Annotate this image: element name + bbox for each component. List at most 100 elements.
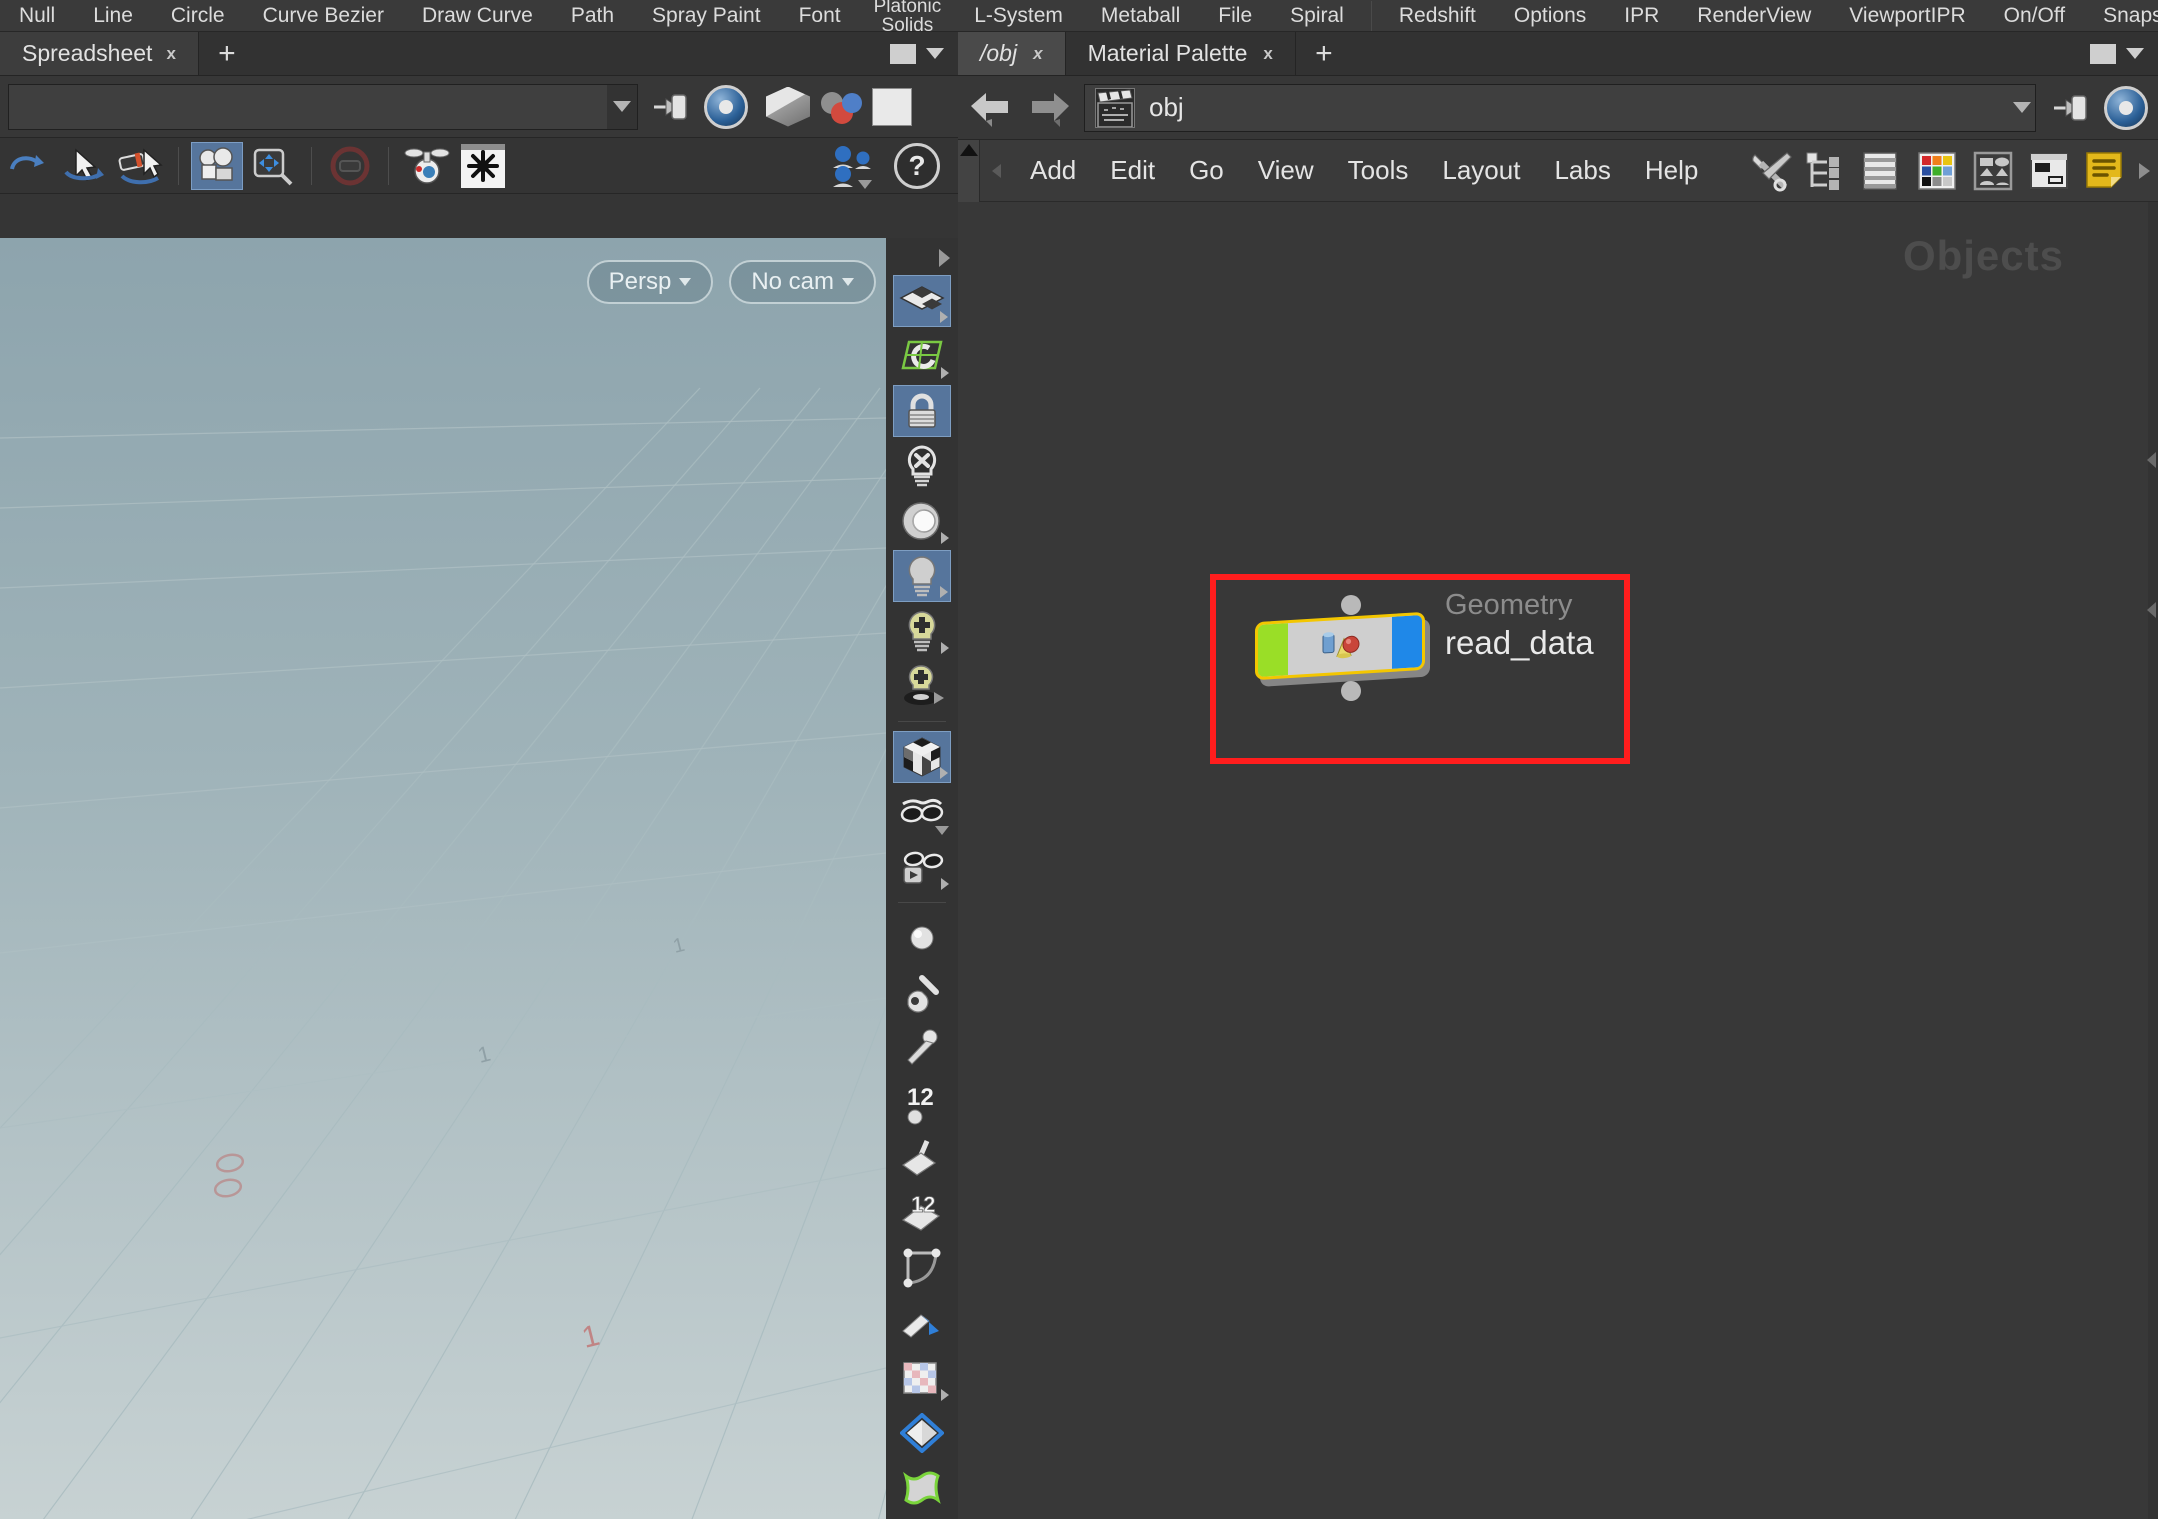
- viewport-3d[interactable]: 1 1 1 Persp No cam: [0, 238, 886, 1519]
- add-tab-button[interactable]: +: [1296, 32, 1352, 75]
- number-12-flat-icon[interactable]: 12: [893, 1187, 951, 1239]
- tab-material-palette[interactable]: Material Palette x: [1066, 32, 1296, 75]
- forward-arrow-icon[interactable]: [1026, 88, 1070, 128]
- pin-icon[interactable]: [2050, 88, 2092, 128]
- menu-layout[interactable]: Layout: [1425, 155, 1537, 186]
- node-output-connector[interactable]: [1341, 681, 1361, 701]
- select-arrow-icon[interactable]: [58, 142, 110, 190]
- node-read-data[interactable]: Geometry read_data: [1255, 589, 1594, 701]
- close-icon[interactable]: x: [1033, 44, 1042, 64]
- light-add-icon[interactable]: [893, 605, 951, 657]
- shelf-item-curve-bezier[interactable]: Curve Bezier: [244, 0, 403, 32]
- menu-labs[interactable]: Labs: [1537, 155, 1627, 186]
- close-icon[interactable]: x: [1263, 44, 1272, 64]
- snap-toggle-icon[interactable]: [893, 330, 951, 382]
- brush-icon[interactable]: [893, 967, 951, 1019]
- target-circle-icon[interactable]: [704, 84, 748, 129]
- shelf-item-line[interactable]: Line: [74, 0, 152, 32]
- menu-tools[interactable]: Tools: [1331, 155, 1426, 186]
- glasses-icon[interactable]: [893, 786, 951, 838]
- node-flag-right[interactable]: [1392, 614, 1422, 669]
- network-path-input[interactable]: obj: [1084, 83, 2036, 132]
- chevron-down-icon[interactable]: [607, 84, 637, 129]
- layers-icon[interactable]: [1859, 149, 1905, 193]
- menu-add[interactable]: Add: [1013, 155, 1093, 186]
- tab-spreadsheet[interactable]: Spreadsheet x: [0, 32, 199, 75]
- display-grid-icon[interactable]: [893, 275, 951, 327]
- shelf-item-spiral[interactable]: Spiral: [1271, 0, 1363, 32]
- help-icon[interactable]: ?: [894, 142, 940, 189]
- shelf-item-options[interactable]: Options: [1495, 0, 1605, 32]
- menu-go[interactable]: Go: [1172, 155, 1241, 186]
- shelf-item-renderview[interactable]: RenderView: [1678, 0, 1830, 32]
- surface-icon[interactable]: [893, 1297, 951, 1349]
- maximize-icon[interactable]: [890, 43, 916, 64]
- shelf-item-viewportipr[interactable]: ViewportIPR: [1830, 0, 1984, 32]
- node-flag-left[interactable]: [1258, 623, 1288, 678]
- lock-icon[interactable]: [893, 385, 951, 437]
- shelf-item-ipr[interactable]: IPR: [1605, 0, 1678, 32]
- shelf-item-redshift[interactable]: Redshift: [1380, 0, 1495, 32]
- menu-edit[interactable]: Edit: [1093, 155, 1172, 186]
- menu-help[interactable]: Help: [1628, 155, 1715, 186]
- diamond-icon[interactable]: [893, 1407, 951, 1459]
- snowflake-icon[interactable]: [457, 142, 509, 190]
- white-square-icon[interactable]: [872, 87, 912, 126]
- chevron-down-icon[interactable]: [926, 48, 944, 59]
- tab-obj[interactable]: /obj x: [958, 32, 1066, 75]
- checker-cube-icon[interactable]: [893, 731, 951, 783]
- undo-icon[interactable]: [2, 142, 54, 190]
- target-circle-icon[interactable]: [2104, 85, 2148, 130]
- layout-panes-icon[interactable]: [2027, 149, 2073, 193]
- camera-icon[interactable]: [191, 141, 243, 190]
- checker-plane-icon[interactable]: [893, 1352, 951, 1404]
- toolbar-overflow-arrow-icon[interactable]: [2139, 162, 2150, 179]
- menu-view[interactable]: View: [1241, 155, 1331, 186]
- shading-sphere-icon[interactable]: [893, 495, 951, 547]
- shelf-item-metaball[interactable]: Metaball: [1082, 0, 1199, 32]
- color-palette-icon[interactable]: [1915, 149, 1961, 193]
- back-arrow-icon[interactable]: [968, 88, 1012, 128]
- spreadsheet-path-input[interactable]: [8, 83, 638, 130]
- pin-point-icon[interactable]: [893, 1022, 951, 1074]
- viewport-persp-dropdown[interactable]: Persp: [586, 260, 714, 304]
- node-input-connector[interactable]: [1341, 595, 1361, 615]
- cube-icon[interactable]: [766, 86, 810, 127]
- shelf-item-null[interactable]: Null: [0, 0, 74, 32]
- paint-icon[interactable]: [893, 1132, 951, 1184]
- vtool-collapse[interactable]: [886, 244, 958, 272]
- wrench-screwdriver-icon[interactable]: [1747, 149, 1793, 193]
- shelf-item-platonic-solids[interactable]: Platonic Solids: [860, 0, 956, 35]
- close-icon[interactable]: x: [166, 44, 175, 64]
- viewport-camera-icon[interactable]: [401, 142, 453, 190]
- shelf-item-path[interactable]: Path: [552, 0, 633, 32]
- curve-handle-icon[interactable]: [893, 1242, 951, 1294]
- pan-zoom-icon[interactable]: [247, 142, 299, 190]
- handle-arrow-icon[interactable]: [114, 142, 166, 190]
- tree-list-icon[interactable]: [1803, 149, 1849, 193]
- shapes-icon[interactable]: [1971, 149, 2017, 193]
- menubar-scroll-up[interactable]: [958, 139, 980, 202]
- light-place-icon[interactable]: [893, 660, 951, 712]
- cloth-icon[interactable]: [893, 1462, 951, 1514]
- light-bulb-icon[interactable]: [893, 550, 951, 602]
- shelf-item-file[interactable]: File: [1199, 0, 1271, 32]
- add-tab-button[interactable]: +: [199, 32, 255, 75]
- number-12-icon[interactable]: 12: [893, 1077, 951, 1129]
- network-scrollbar[interactable]: [2147, 202, 2158, 1519]
- chevron-down-icon[interactable]: [2009, 85, 2035, 131]
- network-editor-canvas[interactable]: Objects Geometry read_data: [958, 202, 2158, 1519]
- shelf-item-circle[interactable]: Circle: [152, 0, 244, 32]
- chevron-down-icon[interactable]: [2126, 48, 2144, 59]
- maximize-icon[interactable]: [2090, 43, 2116, 64]
- spheres-icon[interactable]: [818, 87, 864, 127]
- capsule-icon[interactable]: [324, 142, 376, 190]
- point-icon[interactable]: [893, 912, 951, 964]
- menubar-prev-arrow-icon[interactable]: [992, 163, 1001, 178]
- sticky-note-icon[interactable]: [2083, 149, 2129, 193]
- shelf-item-snapshot[interactable]: Snapshot: [2084, 0, 2158, 32]
- node-body[interactable]: [1255, 611, 1425, 681]
- shelf-item-lsystem[interactable]: L-System: [955, 0, 1082, 32]
- light-off-icon[interactable]: [893, 440, 951, 492]
- shelf-item-spray-paint[interactable]: Spray Paint: [633, 0, 780, 32]
